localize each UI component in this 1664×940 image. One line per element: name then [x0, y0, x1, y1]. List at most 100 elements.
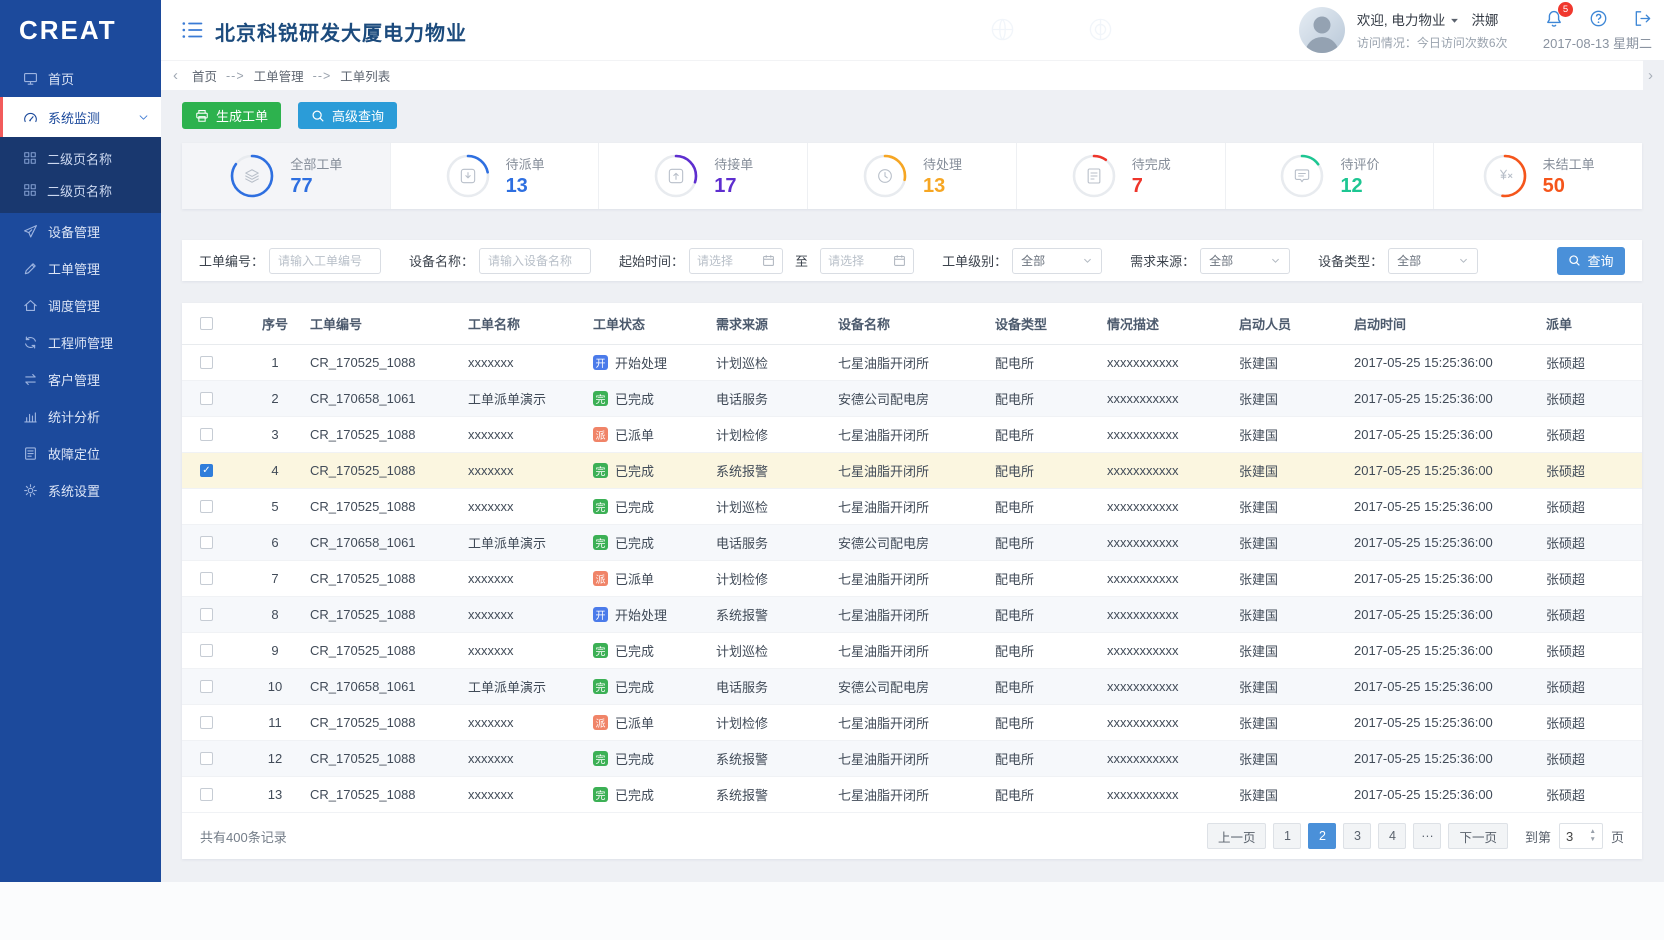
- table-row[interactable]: 3 CR_170525_1088 xxxxxxx 派 已派单 计划检修 七星油脂…: [182, 417, 1642, 453]
- logout-icon[interactable]: [1633, 9, 1652, 28]
- level-select[interactable]: 全部: [1012, 248, 1102, 274]
- stat-card-待派单[interactable]: 待派单 13: [391, 143, 600, 209]
- row-checkbox[interactable]: ✓: [200, 464, 213, 477]
- breadcrumb-item[interactable]: 首页: [192, 66, 217, 85]
- row-checkbox[interactable]: [200, 356, 213, 369]
- stat-label: 待完成: [1132, 154, 1171, 173]
- grid-icon: [22, 151, 37, 166]
- avatar[interactable]: [1299, 7, 1345, 53]
- sidebar-item[interactable]: 工程师管理: [0, 324, 161, 361]
- sidebar-item[interactable]: 系统设置: [0, 472, 161, 509]
- table-row[interactable]: 6 CR_170658_1061 工单派单演示 完 已完成 电话服务 安德公司配…: [182, 525, 1642, 561]
- sidebar-item[interactable]: 客户管理: [0, 361, 161, 398]
- breadcrumb-back-icon[interactable]: ‹: [173, 67, 178, 84]
- cell-device-type: 配电所: [995, 425, 1107, 444]
- page-button-3[interactable]: 3: [1343, 823, 1371, 849]
- stat-card-待完成[interactable]: 待完成 7: [1017, 143, 1226, 209]
- page-button-2[interactable]: 2: [1308, 823, 1336, 849]
- cell-start-time: 2017-05-25 15:25:36:00: [1354, 463, 1546, 478]
- status-badge: 完: [593, 535, 608, 550]
- source-select-value: 全部: [1209, 252, 1233, 269]
- status-badge: 完: [593, 787, 608, 802]
- breadcrumb-item[interactable]: 工单管理: [254, 66, 304, 85]
- table-row[interactable]: 11 CR_170525_1088 xxxxxxx 派 已派单 计划检修 七星油…: [182, 705, 1642, 741]
- cell-num: 13: [240, 787, 310, 802]
- sidebar-subitem[interactable]: 二级页名称: [0, 174, 161, 206]
- row-checkbox[interactable]: [200, 500, 213, 513]
- stat-value: 12: [1340, 175, 1379, 198]
- stat-card-全部工单[interactable]: 全部工单 77: [182, 143, 391, 209]
- status-badge: 完: [593, 391, 608, 406]
- table-row[interactable]: 10 CR_170658_1061 工单派单演示 完 已完成 电话服务 安德公司…: [182, 669, 1642, 705]
- sidebar-item[interactable]: 调度管理: [0, 287, 161, 324]
- sidebar-item[interactable]: 设备管理: [0, 213, 161, 250]
- stat-card-待处理[interactable]: 待处理 13: [808, 143, 1017, 209]
- device-name-input[interactable]: [479, 248, 591, 274]
- search-button[interactable]: 查询: [1557, 247, 1625, 275]
- sidebar-item[interactable]: 系统监测: [0, 97, 161, 137]
- chevron-down-icon[interactable]: [1450, 16, 1459, 25]
- sidebar-item[interactable]: 工单管理: [0, 250, 161, 287]
- start-date-picker[interactable]: 请选择: [689, 248, 783, 274]
- help-icon[interactable]: [1589, 9, 1608, 28]
- filter-order-no: 工单编号：: [199, 248, 381, 274]
- goto-prefix: 到第: [1525, 827, 1551, 846]
- stat-text: 待完成 7: [1132, 154, 1171, 198]
- create-order-button[interactable]: 生成工单: [182, 102, 281, 129]
- row-checkbox[interactable]: [200, 572, 213, 585]
- stat-card-未结工单[interactable]: 未结工单 50: [1434, 143, 1642, 209]
- row-checkbox[interactable]: [200, 716, 213, 729]
- cell-dispatcher: 张硕超: [1546, 749, 1624, 768]
- page-button-1[interactable]: 1: [1273, 823, 1301, 849]
- select-all-checkbox[interactable]: [200, 317, 213, 330]
- row-checkbox[interactable]: [200, 680, 213, 693]
- table-row[interactable]: 8 CR_170525_1088 xxxxxxx 开 开始处理 系统报警 七星油…: [182, 597, 1642, 633]
- bell-icon[interactable]: 5: [1544, 9, 1564, 29]
- status-badge: 完: [593, 643, 608, 658]
- row-checkbox[interactable]: [200, 644, 213, 657]
- row-checkbox[interactable]: [200, 788, 213, 801]
- cell-order-no: CR_170525_1088: [310, 607, 468, 622]
- table-row[interactable]: 12 CR_170525_1088 xxxxxxx 完 已完成 系统报警 七星油…: [182, 741, 1642, 777]
- filter-date-range: 起始时间： 请选择 至 请选择: [619, 248, 914, 274]
- stat-card-待接单[interactable]: 待接单 17: [599, 143, 808, 209]
- column-header: 情况描述: [1107, 314, 1239, 333]
- page-button-···[interactable]: ···: [1413, 823, 1441, 849]
- sidebar-item[interactable]: 统计分析: [0, 398, 161, 435]
- table-row[interactable]: 9 CR_170525_1088 xxxxxxx 完 已完成 计划巡检 七星油脂…: [182, 633, 1642, 669]
- source-select[interactable]: 全部: [1200, 248, 1290, 274]
- spinner-arrows-icon[interactable]: ▲▼: [1590, 829, 1596, 843]
- cell-num: 12: [240, 751, 310, 766]
- sidebar-subitem[interactable]: 二级页名称: [0, 142, 161, 174]
- menu-toggle-icon[interactable]: [182, 21, 203, 39]
- row-checkbox[interactable]: [200, 392, 213, 405]
- cell-device-type: 配电所: [995, 461, 1107, 480]
- table-row[interactable]: 7 CR_170525_1088 xxxxxxx 派 已派单 计划检修 七星油脂…: [182, 561, 1642, 597]
- row-checkbox[interactable]: [200, 752, 213, 765]
- page-button-4[interactable]: 4: [1378, 823, 1406, 849]
- table-row[interactable]: 2 CR_170658_1061 工单派单演示 完 已完成 电话服务 安德公司配…: [182, 381, 1642, 417]
- row-checkbox[interactable]: [200, 428, 213, 441]
- sidebar-item[interactable]: 故障定位: [0, 435, 161, 472]
- device-type-select[interactable]: 全部: [1388, 248, 1478, 274]
- search-icon: [1568, 254, 1581, 267]
- order-no-input[interactable]: [269, 248, 381, 274]
- table-row[interactable]: 5 CR_170525_1088 xxxxxxx 完 已完成 计划巡检 七星油脂…: [182, 489, 1642, 525]
- goto-page-input[interactable]: 3 ▲▼: [1559, 823, 1603, 849]
- breadcrumb-item[interactable]: 工单列表: [340, 66, 390, 85]
- table-row[interactable]: ✓ 4 CR_170525_1088 xxxxxxx 完 已完成 系统报警 七星…: [182, 453, 1642, 489]
- row-checkbox[interactable]: [200, 608, 213, 621]
- sidebar-item[interactable]: 首页: [0, 60, 161, 97]
- welcome-text[interactable]: 欢迎, 电力物业 洪娜: [1357, 9, 1529, 29]
- advanced-search-button[interactable]: 高级查询: [298, 102, 397, 129]
- breadcrumb-forward-icon[interactable]: ›: [1648, 67, 1653, 84]
- stat-card-待评价[interactable]: 待评价 12: [1226, 143, 1435, 209]
- prev-page-button[interactable]: 上一页: [1207, 823, 1267, 849]
- cell-status: 派 已派单: [593, 425, 716, 444]
- cell-order-no: CR_170525_1088: [310, 571, 468, 586]
- row-checkbox[interactable]: [200, 536, 213, 549]
- table-row[interactable]: 1 CR_170525_1088 xxxxxxx 开 开始处理 计划巡检 七星油…: [182, 345, 1642, 381]
- table-row[interactable]: 13 CR_170525_1088 xxxxxxx 完 已完成 系统报警 七星油…: [182, 777, 1642, 813]
- next-page-button[interactable]: 下一页: [1448, 823, 1508, 849]
- end-date-picker[interactable]: 请选择: [820, 248, 914, 274]
